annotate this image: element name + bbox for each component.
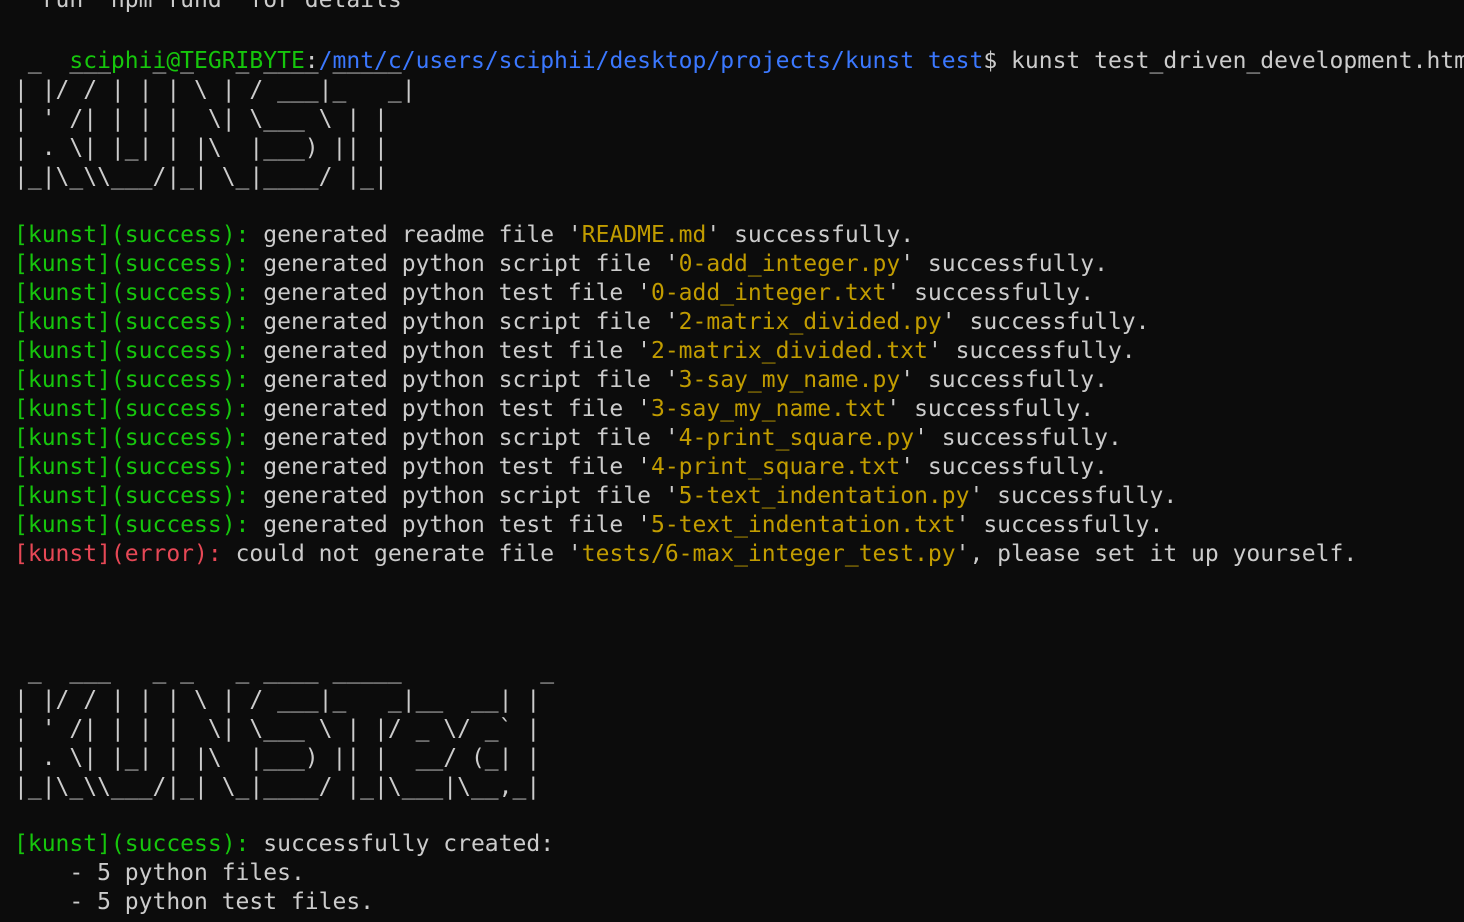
error-message-line: [kunst](error): could not generate file …: [14, 540, 1357, 569]
message-text: generated python script file ': [249, 367, 679, 393]
kunsted-banner-line: _ ___ _ _ _ ____ _____ _: [14, 658, 555, 684]
filename: 5-text_indentation.txt: [650, 512, 956, 538]
message-text: generated python script file ': [249, 309, 679, 335]
message-text: ' successfully.: [900, 251, 1108, 277]
prompt-symbol: $: [983, 48, 998, 74]
message-text: generated python test file ': [249, 454, 651, 480]
prompt-command: kunst test_driven_development.html: [997, 48, 1464, 74]
message-text: ' successfully.: [886, 280, 1095, 306]
success-tag: [kunst](success):: [14, 309, 250, 335]
message-text: ' successfully.: [886, 396, 1095, 422]
filename: 3-say_my_name.txt: [650, 396, 887, 422]
summary-item: - 5 python files.: [14, 860, 305, 886]
success-message-line: [kunst](success): generated python test …: [14, 337, 1136, 366]
kunst-banner-line: | ' /| | | | \| \___ \ | |: [14, 106, 388, 132]
success-tag: [kunst](success):: [14, 454, 250, 480]
terminal-window[interactable]: run `npm fund` for details sciphii@TEGRI…: [0, 0, 1464, 922]
summary-item: - 5 python test files.: [14, 889, 375, 915]
message-text: ' successfully.: [900, 367, 1108, 393]
summary-line: [kunst](success): successfully created:: [14, 830, 554, 859]
success-tag: [kunst](success):: [14, 251, 250, 277]
success-tag: [kunst](success):: [14, 338, 250, 364]
summary-text: successfully created:: [249, 831, 555, 857]
kunsted-banner-line: | ' /| | | | \| \___ \ | |/ _ \/ _` |: [14, 716, 541, 742]
message-text: ' successfully.: [706, 222, 915, 248]
message-text: ' successfully.: [969, 483, 1178, 509]
message-text: ' successfully.: [955, 512, 1164, 538]
message-text: could not generate file ': [221, 541, 582, 567]
message-text: generated python test file ': [249, 338, 651, 364]
message-text: generated python test file ': [249, 512, 651, 538]
filename: 2-matrix_divided.py: [678, 309, 942, 335]
success-message-line: [kunst](success): generated python scrip…: [14, 366, 1108, 395]
prompt-path: /mnt/c/users/sciphii/desktop/projects/ku…: [318, 48, 984, 74]
message-text: ', please set it up yourself.: [955, 541, 1358, 567]
success-message-line: [kunst](success): generated python scrip…: [14, 250, 1108, 279]
filename: tests/6-max_integer_test.py: [581, 541, 956, 567]
error-tag: [kunst](error):: [14, 541, 222, 567]
kunst-banner-line: |_|\_\\___/|_| \_|____/ |_|: [14, 164, 388, 190]
success-message-line: [kunst](success): generated python test …: [14, 511, 1163, 540]
success-tag: [kunst](success):: [14, 280, 250, 306]
success-tag: [kunst](success):: [14, 831, 250, 857]
message-text: generated python script file ': [249, 425, 679, 451]
success-message-line: [kunst](success): generated python test …: [14, 279, 1094, 308]
message-text: ' successfully.: [914, 425, 1122, 451]
kunsted-banner-line: |_|\_\\___/|_| \_|____/ |_|\___|\__,_|: [14, 774, 541, 800]
filename: 5-text_indentation.py: [678, 483, 970, 509]
filename: 0-add_integer.txt: [650, 280, 887, 306]
success-tag: [kunst](success):: [14, 367, 250, 393]
filename: 3-say_my_name.py: [678, 367, 901, 393]
shell-prompt-line: sciphii@TEGRIBYTE:/mnt/c/users/sciphii/d…: [14, 18, 1464, 74]
filename: 2-matrix_divided.txt: [650, 338, 928, 364]
message-text: ' successfully.: [941, 309, 1150, 335]
filename: 0-add_integer.py: [678, 251, 901, 277]
message-text: generated readme file ': [249, 222, 582, 248]
kunsted-banner-line: | . \| |_| | |\ |___) || | __/ (_| |: [14, 745, 541, 771]
message-text: generated python test file ': [249, 396, 651, 422]
message-text: generated python test file ': [249, 280, 651, 306]
message-text: generated python script file ': [249, 251, 679, 277]
kunst-banner-line: _ ___ _ _ _ ____ _____: [14, 48, 402, 74]
kunst-banner-line: | |/ / | | | \ | / ___|_ _|: [14, 77, 416, 103]
message-text: generated python script file ': [249, 483, 679, 509]
filename: README.md: [581, 222, 707, 248]
message-text: ' successfully.: [900, 454, 1108, 480]
success-tag: [kunst](success):: [14, 222, 250, 248]
success-tag: [kunst](success):: [14, 425, 250, 451]
message-text: ' successfully.: [927, 338, 1136, 364]
success-tag: [kunst](success):: [14, 396, 250, 422]
kunst-banner-line: | . \| |_| | |\ |___) || |: [14, 135, 388, 161]
success-message-line: [kunst](success): generated python scrip…: [14, 308, 1150, 337]
filename: 4-print_square.txt: [650, 454, 901, 480]
success-message-line: [kunst](success): generated python scrip…: [14, 482, 1177, 511]
success-message-line: [kunst](success): generated python scrip…: [14, 424, 1122, 453]
filename: 4-print_square.py: [678, 425, 915, 451]
success-message-line: [kunst](success): generated python test …: [14, 453, 1108, 482]
previous-output-line: run `npm fund` for details: [14, 0, 402, 13]
success-message-line: [kunst](success): generated python test …: [14, 395, 1094, 424]
success-tag: [kunst](success):: [14, 483, 250, 509]
success-message-line: [kunst](success): generated readme file …: [14, 221, 914, 250]
success-tag: [kunst](success):: [14, 512, 250, 538]
kunsted-banner-line: | |/ / | | | \ | / ___|_ _|__ __| |: [14, 687, 541, 713]
